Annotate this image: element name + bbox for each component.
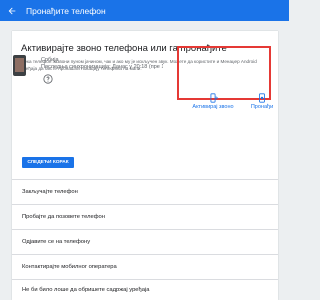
- top-app-bar: Пронађите телефон: [0, 0, 289, 21]
- page-title: Пронађите телефон: [26, 5, 106, 16]
- option-contact-carrier[interactable]: Контактирајте мобилног оператера: [12, 255, 278, 279]
- option-sign-out[interactable]: Одјавите се на телефону: [12, 230, 278, 254]
- device-image: [13, 55, 26, 76]
- find-device-label: Пронађи: [250, 104, 274, 110]
- find-device-icon: [257, 90, 267, 103]
- next-step-button[interactable]: СЛЕДЕЋИ КОРАК: [22, 157, 74, 168]
- find-device-button[interactable]: Пронађи: [248, 90, 276, 110]
- option-call-phone[interactable]: Пробајте да позовете телефон: [12, 205, 278, 229]
- device-name: Србија: [41, 57, 59, 63]
- arrow-back-icon[interactable]: [5, 4, 19, 18]
- option-lock-phone[interactable]: Закључајте телефон: [12, 180, 278, 204]
- device-last-sync: Последња синхронизација: Данас у 20:18 (…: [41, 64, 163, 70]
- phone-ring-icon: [208, 90, 218, 103]
- option-erase-device[interactable]: Не би било лоше да обришете садржај уређ…: [12, 280, 278, 300]
- ring-phone-label: Активирај звоно: [192, 104, 234, 110]
- help-icon[interactable]: [43, 71, 53, 84]
- ring-phone-button[interactable]: Активирај звоно: [190, 90, 236, 110]
